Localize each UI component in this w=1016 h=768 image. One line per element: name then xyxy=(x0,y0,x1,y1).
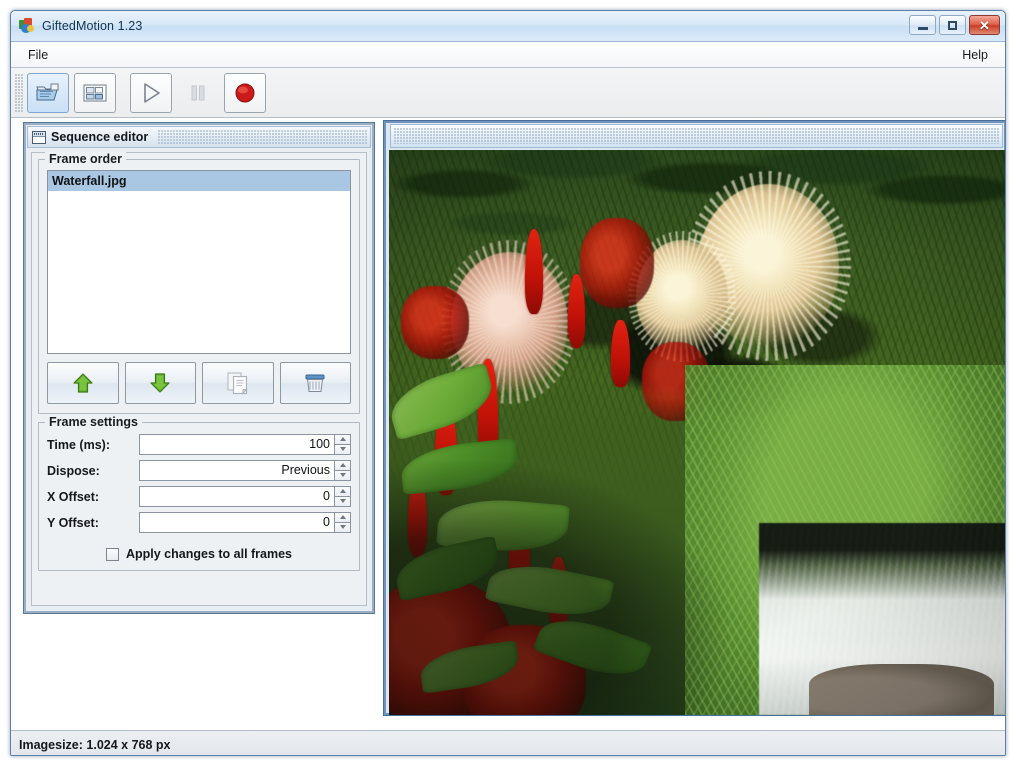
y-offset-decrement-button[interactable] xyxy=(334,523,351,534)
dispose-row: Dispose: Previous xyxy=(47,459,351,482)
minimize-icon xyxy=(918,27,928,30)
time-ms-row: Time (ms): 100 xyxy=(47,433,351,456)
x-offset-decrement-button[interactable] xyxy=(334,497,351,508)
open-files-button[interactable] xyxy=(27,73,69,113)
apply-all-frames-row[interactable]: Apply changes to all frames xyxy=(47,547,351,561)
play-button[interactable] xyxy=(130,73,172,113)
sequence-editor-titlebar[interactable]: Sequence editor xyxy=(27,126,371,148)
internal-frame-icon xyxy=(32,131,46,144)
pause-icon xyxy=(188,82,208,104)
sequence-editor-frame: Sequence editor Frame order Waterfall.jp… xyxy=(23,122,375,614)
frame-order-list[interactable]: Waterfall.jpg xyxy=(47,170,351,354)
preview-image xyxy=(389,150,1005,715)
dispose-label: Dispose: xyxy=(47,464,139,478)
time-ms-arrows xyxy=(334,434,351,455)
frame-order-group: Frame order Waterfall.jpg xyxy=(38,159,360,414)
dispose-spinner[interactable]: Previous xyxy=(139,460,351,481)
apply-all-frames-label: Apply changes to all frames xyxy=(126,547,292,561)
record-icon xyxy=(233,81,257,105)
delete-frame-button[interactable] xyxy=(280,362,352,404)
x-offset-increment-button[interactable] xyxy=(334,486,351,497)
move-frame-down-button[interactable] xyxy=(125,362,197,404)
open-folder-icon xyxy=(35,82,61,104)
x-offset-value[interactable]: 0 xyxy=(139,486,334,507)
x-offset-label: X Offset: xyxy=(47,490,139,504)
application-icon xyxy=(19,18,35,34)
y-offset-row: Y Offset: 0 xyxy=(47,511,351,534)
image-preview-frame xyxy=(383,120,1005,716)
image-frames-icon xyxy=(82,82,108,104)
time-ms-value[interactable]: 100 xyxy=(139,434,334,455)
maximize-button[interactable] xyxy=(939,15,966,35)
frame-order-buttons xyxy=(47,362,351,404)
minimize-button[interactable] xyxy=(909,15,936,35)
y-offset-spinner[interactable]: 0 xyxy=(139,512,351,533)
y-offset-label: Y Offset: xyxy=(47,516,139,530)
chevron-down-icon xyxy=(340,473,346,477)
dispose-decrement-button[interactable] xyxy=(334,471,351,482)
chevron-down-icon xyxy=(340,499,346,503)
apply-all-frames-checkbox[interactable] xyxy=(106,548,119,561)
chevron-up-icon xyxy=(340,515,346,519)
menu-help[interactable]: Help xyxy=(955,45,995,65)
time-ms-label: Time (ms): xyxy=(47,438,139,452)
dispose-increment-button[interactable] xyxy=(334,460,351,471)
window-titlebar: GiftedMotion 1.23 ✕ xyxy=(11,11,1005,42)
dispose-arrows xyxy=(334,460,351,481)
time-ms-decrement-button[interactable] xyxy=(334,445,351,456)
image-preview-titlebar[interactable] xyxy=(390,124,1003,148)
status-text: Imagesize: 1.024 x 768 px xyxy=(19,738,170,752)
trash-icon xyxy=(302,371,328,395)
menu-bar: File Help xyxy=(11,42,1005,68)
desktop-pane: Sequence editor Frame order Waterfall.jp… xyxy=(11,118,1005,730)
x-offset-spinner[interactable]: 0 xyxy=(139,486,351,507)
toolbar xyxy=(11,68,1005,118)
dispose-value[interactable]: Previous xyxy=(139,460,334,481)
sequence-editor-title: Sequence editor xyxy=(51,130,154,144)
maximize-icon xyxy=(948,21,957,30)
frame-settings-group: Frame settings Time (ms): 100 xyxy=(38,422,360,571)
chevron-down-icon xyxy=(340,525,346,529)
sequence-editor-body: Frame order Waterfall.jpg xyxy=(31,152,367,606)
window-title: GiftedMotion 1.23 xyxy=(42,19,142,33)
close-icon: ✕ xyxy=(979,19,990,32)
toolbar-drag-handle[interactable] xyxy=(15,74,24,112)
x-offset-row: X Offset: 0 xyxy=(47,485,351,508)
titlebar-texture xyxy=(158,130,368,144)
frame-settings-title: Frame settings xyxy=(45,415,142,429)
application-window: GiftedMotion 1.23 ✕ File Help xyxy=(10,10,1006,756)
titlebar-texture xyxy=(394,128,1000,144)
time-ms-increment-button[interactable] xyxy=(334,434,351,445)
chevron-up-icon xyxy=(340,489,346,493)
y-offset-arrows xyxy=(334,512,351,533)
x-offset-arrows xyxy=(334,486,351,507)
arrow-down-icon xyxy=(148,371,172,395)
chevron-down-icon xyxy=(340,447,346,451)
status-bar: Imagesize: 1.024 x 768 px xyxy=(11,730,1005,756)
menu-file[interactable]: File xyxy=(21,45,55,65)
desktop-background: GiftedMotion 1.23 ✕ File Help xyxy=(0,0,1016,768)
frame-order-title: Frame order xyxy=(45,152,126,166)
window-controls: ✕ xyxy=(909,15,1000,35)
play-icon xyxy=(139,81,163,105)
image-preview-canvas[interactable] xyxy=(389,150,1005,715)
duplicate-frame-button[interactable] xyxy=(202,362,274,404)
close-button[interactable]: ✕ xyxy=(969,15,1000,35)
pause-button[interactable] xyxy=(177,73,219,113)
chevron-up-icon xyxy=(340,437,346,441)
export-gif-button[interactable] xyxy=(74,73,116,113)
time-ms-spinner[interactable]: 100 xyxy=(139,434,351,455)
record-button[interactable] xyxy=(224,73,266,113)
y-offset-increment-button[interactable] xyxy=(334,512,351,523)
chevron-up-icon xyxy=(340,463,346,467)
copy-icon xyxy=(225,371,251,395)
list-item[interactable]: Waterfall.jpg xyxy=(48,171,350,191)
y-offset-value[interactable]: 0 xyxy=(139,512,334,533)
arrow-up-icon xyxy=(71,371,95,395)
move-frame-up-button[interactable] xyxy=(47,362,119,404)
